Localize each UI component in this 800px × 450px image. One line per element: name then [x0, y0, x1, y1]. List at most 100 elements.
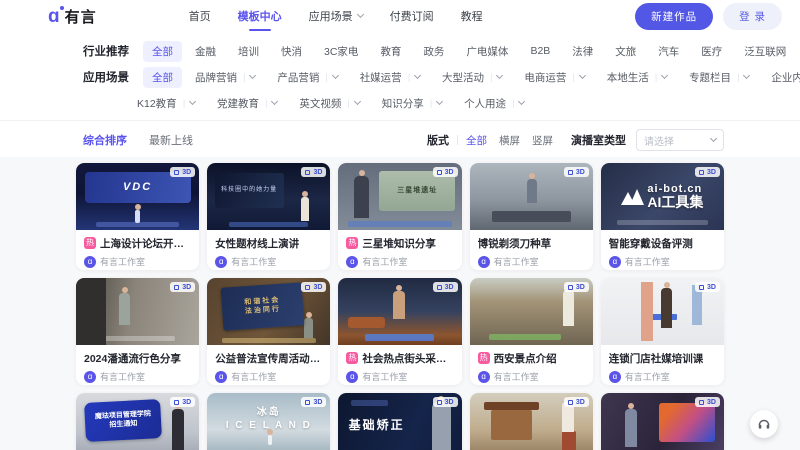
- template-thumbnail[interactable]: 3D ai-bot.cn AI工具集: [470, 278, 593, 345]
- filter-chip[interactable]: 党建教育|: [208, 93, 286, 114]
- cube-icon: [305, 170, 310, 175]
- template-thumbnail[interactable]: 和谐社会 法治同行 3D ai-bot.cn AI工具集: [207, 278, 330, 345]
- filter-chip[interactable]: 个人用途|: [455, 93, 533, 114]
- template-card[interactable]: 3D ai-bot.cn AI工具集 热 连锁门店社媒培训课 ɑ 有言工作室: [601, 278, 724, 385]
- template-thumbnail[interactable]: 三星堆遗址 3D ai-bot.cn AI工具集: [338, 163, 461, 230]
- filter-chip[interactable]: 全部: [143, 67, 182, 88]
- support-button[interactable]: [750, 410, 778, 438]
- template-thumbnail[interactable]: 3D ai-bot.cn AI工具集: [76, 278, 199, 345]
- thumbnail-graphic: [222, 338, 316, 343]
- author-avatar: ɑ: [478, 371, 490, 383]
- filter-chip[interactable]: 社媒运营|: [351, 67, 429, 88]
- template-card[interactable]: 魔珐项目管理学院 招生通知 3D ai-bot.cn AI工具集 热 ɑ 有言工…: [76, 393, 199, 450]
- filter-chip[interactable]: 专题栏目|: [680, 67, 758, 88]
- filter-chip[interactable]: 教育: [371, 41, 410, 62]
- filter-chip[interactable]: K12教育|: [128, 93, 204, 114]
- template-card[interactable]: 基础矫正 3D ai-bot.cn AI工具集 热 ɑ 有言工作室: [338, 393, 461, 450]
- template-card[interactable]: 3D ai-bot.cn AI工具集 热 ɑ 有言工作室: [470, 393, 593, 450]
- thumbnail-graphic: [641, 282, 652, 341]
- template-title: 三星堆知识分享: [362, 236, 436, 251]
- template-card[interactable]: 3D ai-bot.cn AI工具集 热 ɑ 有言工作室: [601, 393, 724, 450]
- nav-item[interactable]: 付费订阅: [390, 0, 434, 33]
- nav-item[interactable]: 应用场景: [309, 0, 363, 33]
- author-name: 有言工作室: [100, 255, 145, 268]
- template-card[interactable]: 3D ai-bot.cn AI工具集 热 2024潘通流行色分享 ɑ 有言工作室: [76, 278, 199, 385]
- filter-chip[interactable]: 电商运营|: [515, 67, 593, 88]
- 3d-badge: 3D: [564, 167, 589, 177]
- template-thumbnail[interactable]: 科技圈中的她力量 3D ai-bot.cn AI工具集: [207, 163, 330, 230]
- layout-option[interactable]: 竖屏: [532, 133, 553, 148]
- cube-icon: [305, 400, 310, 405]
- filter-chip[interactable]: 快消: [272, 41, 311, 62]
- app-logo[interactable]: ɑ 有言: [48, 6, 97, 27]
- filter-chip[interactable]: 企业内训|: [762, 67, 800, 88]
- nav-item[interactable]: 教程: [461, 0, 483, 33]
- industry-filter-label: 行业推荐: [83, 43, 129, 59]
- watermark-line2: AI工具集: [647, 195, 703, 210]
- cube-icon: [699, 285, 704, 290]
- hot-badge: 热: [84, 237, 96, 249]
- filter-chip[interactable]: B2B: [521, 42, 559, 60]
- cube-icon: [568, 285, 573, 290]
- filter-chip[interactable]: 全部: [143, 41, 182, 62]
- template-card[interactable]: 3D ai-bot.cn AI工具集 热 社会热点街头采访连线 ɑ 有言工作室: [338, 278, 461, 385]
- template-title: 女性题材线上演讲: [215, 236, 299, 251]
- template-title: 博锐剃须刀种草: [478, 236, 552, 251]
- template-card[interactable]: 三星堆遗址 3D ai-bot.cn AI工具集 热 三星堆知识分享 ɑ 有言工…: [338, 163, 461, 270]
- filter-chip[interactable]: 大型活动|: [433, 67, 511, 88]
- nav-item[interactable]: 模板中心: [238, 0, 282, 33]
- filter-chip[interactable]: 法律: [563, 41, 602, 62]
- filter-chip[interactable]: 英文视频|: [290, 93, 368, 114]
- cube-icon: [174, 285, 179, 290]
- layout-option[interactable]: 全部: [466, 133, 487, 148]
- presenter-figure: [354, 176, 369, 218]
- filter-chip[interactable]: 本地生活|: [598, 67, 676, 88]
- login-button[interactable]: 登 录: [723, 3, 782, 30]
- nav-item[interactable]: 首页: [189, 0, 211, 33]
- filter-chip[interactable]: 广电媒体: [457, 41, 517, 62]
- template-thumbnail[interactable]: 3D ai-bot.cn AI工具集: [338, 278, 461, 345]
- filter-chip[interactable]: 汽车: [649, 41, 688, 62]
- top-navbar: ɑ 有言 首页模板中心应用场景付费订阅教程 新建作品 登 录: [0, 0, 800, 32]
- sort-option[interactable]: 综合排序: [83, 132, 127, 148]
- template-card[interactable]: 3D ai-bot.cn AI工具集 热 博锐剃须刀种草 ɑ 有言工作室: [470, 163, 593, 270]
- template-thumbnail[interactable]: 3D ai-bot.cn AI工具集: [470, 163, 593, 230]
- template-thumbnail[interactable]: 魔珐项目管理学院 招生通知 3D ai-bot.cn AI工具集: [76, 393, 199, 450]
- author-name: 有言工作室: [100, 370, 145, 383]
- create-work-button[interactable]: 新建作品: [635, 3, 713, 30]
- sort-option[interactable]: 最新上线: [149, 132, 193, 148]
- presenter-figure: [135, 210, 140, 223]
- template-card[interactable]: 3D ai-bot.cn AI工具集 热 西安景点介绍 ɑ 有言工作室: [470, 278, 593, 385]
- template-thumbnail[interactable]: 3D ai-bot.cn AI工具集: [601, 163, 724, 230]
- filter-chip[interactable]: 品牌营销|: [186, 67, 264, 88]
- author-name: 有言工作室: [231, 255, 276, 268]
- template-thumbnail[interactable]: 冰岛 I C E L A N D 3D ai-bot.cn AI工具集: [207, 393, 330, 450]
- studio-type-select[interactable]: 请选择: [636, 129, 724, 151]
- filter-chip[interactable]: 知识分享|: [373, 93, 451, 114]
- hot-badge: 热: [478, 352, 490, 364]
- template-card[interactable]: 科技圈中的她力量 3D ai-bot.cn AI工具集 热 女性题材线上演讲 ɑ…: [207, 163, 330, 270]
- layout-option[interactable]: 横屏: [499, 133, 520, 148]
- filter-chip[interactable]: 文旅: [606, 41, 645, 62]
- template-thumbnail[interactable]: 3D ai-bot.cn AI工具集: [601, 393, 724, 450]
- template-thumbnail[interactable]: 基础矫正 3D ai-bot.cn AI工具集: [338, 393, 461, 450]
- filter-chip[interactable]: 金融: [186, 41, 225, 62]
- template-thumbnail[interactable]: VDC 3D ai-bot.cn AI工具集: [76, 163, 199, 230]
- template-card[interactable]: 冰岛 I C E L A N D 3D ai-bot.cn AI工具集 热 ɑ …: [207, 393, 330, 450]
- filter-chip[interactable]: 3C家电: [315, 41, 367, 62]
- filter-chip[interactable]: 政务: [414, 41, 453, 62]
- filter-chip[interactable]: 产品营销|: [268, 67, 346, 88]
- template-thumbnail[interactable]: 3D ai-bot.cn AI工具集: [470, 393, 593, 450]
- filter-chip[interactable]: 培训: [229, 41, 268, 62]
- chip-separator: |: [655, 72, 657, 82]
- template-thumbnail[interactable]: 3D ai-bot.cn AI工具集: [601, 278, 724, 345]
- filter-chip[interactable]: 泛互联网: [735, 41, 795, 62]
- template-card[interactable]: 和谐社会 法治同行 3D ai-bot.cn AI工具集 热 公益普法宣传周活动…: [207, 278, 330, 385]
- template-card[interactable]: 3D ai-bot.cn AI工具集 热 智能穿戴设备评测 ɑ 有言工作室: [601, 163, 724, 270]
- cube-icon: [174, 170, 179, 175]
- chevron-down-icon: [354, 98, 361, 105]
- template-card[interactable]: VDC 3D ai-bot.cn AI工具集 热 上海设计论坛开场主持 ɑ 有言…: [76, 163, 199, 270]
- filter-chip[interactable]: 医疗: [692, 41, 731, 62]
- chip-separator: |: [408, 72, 410, 82]
- template-grid: VDC 3D ai-bot.cn AI工具集 热 上海设计论坛开场主持 ɑ 有言…: [76, 163, 724, 450]
